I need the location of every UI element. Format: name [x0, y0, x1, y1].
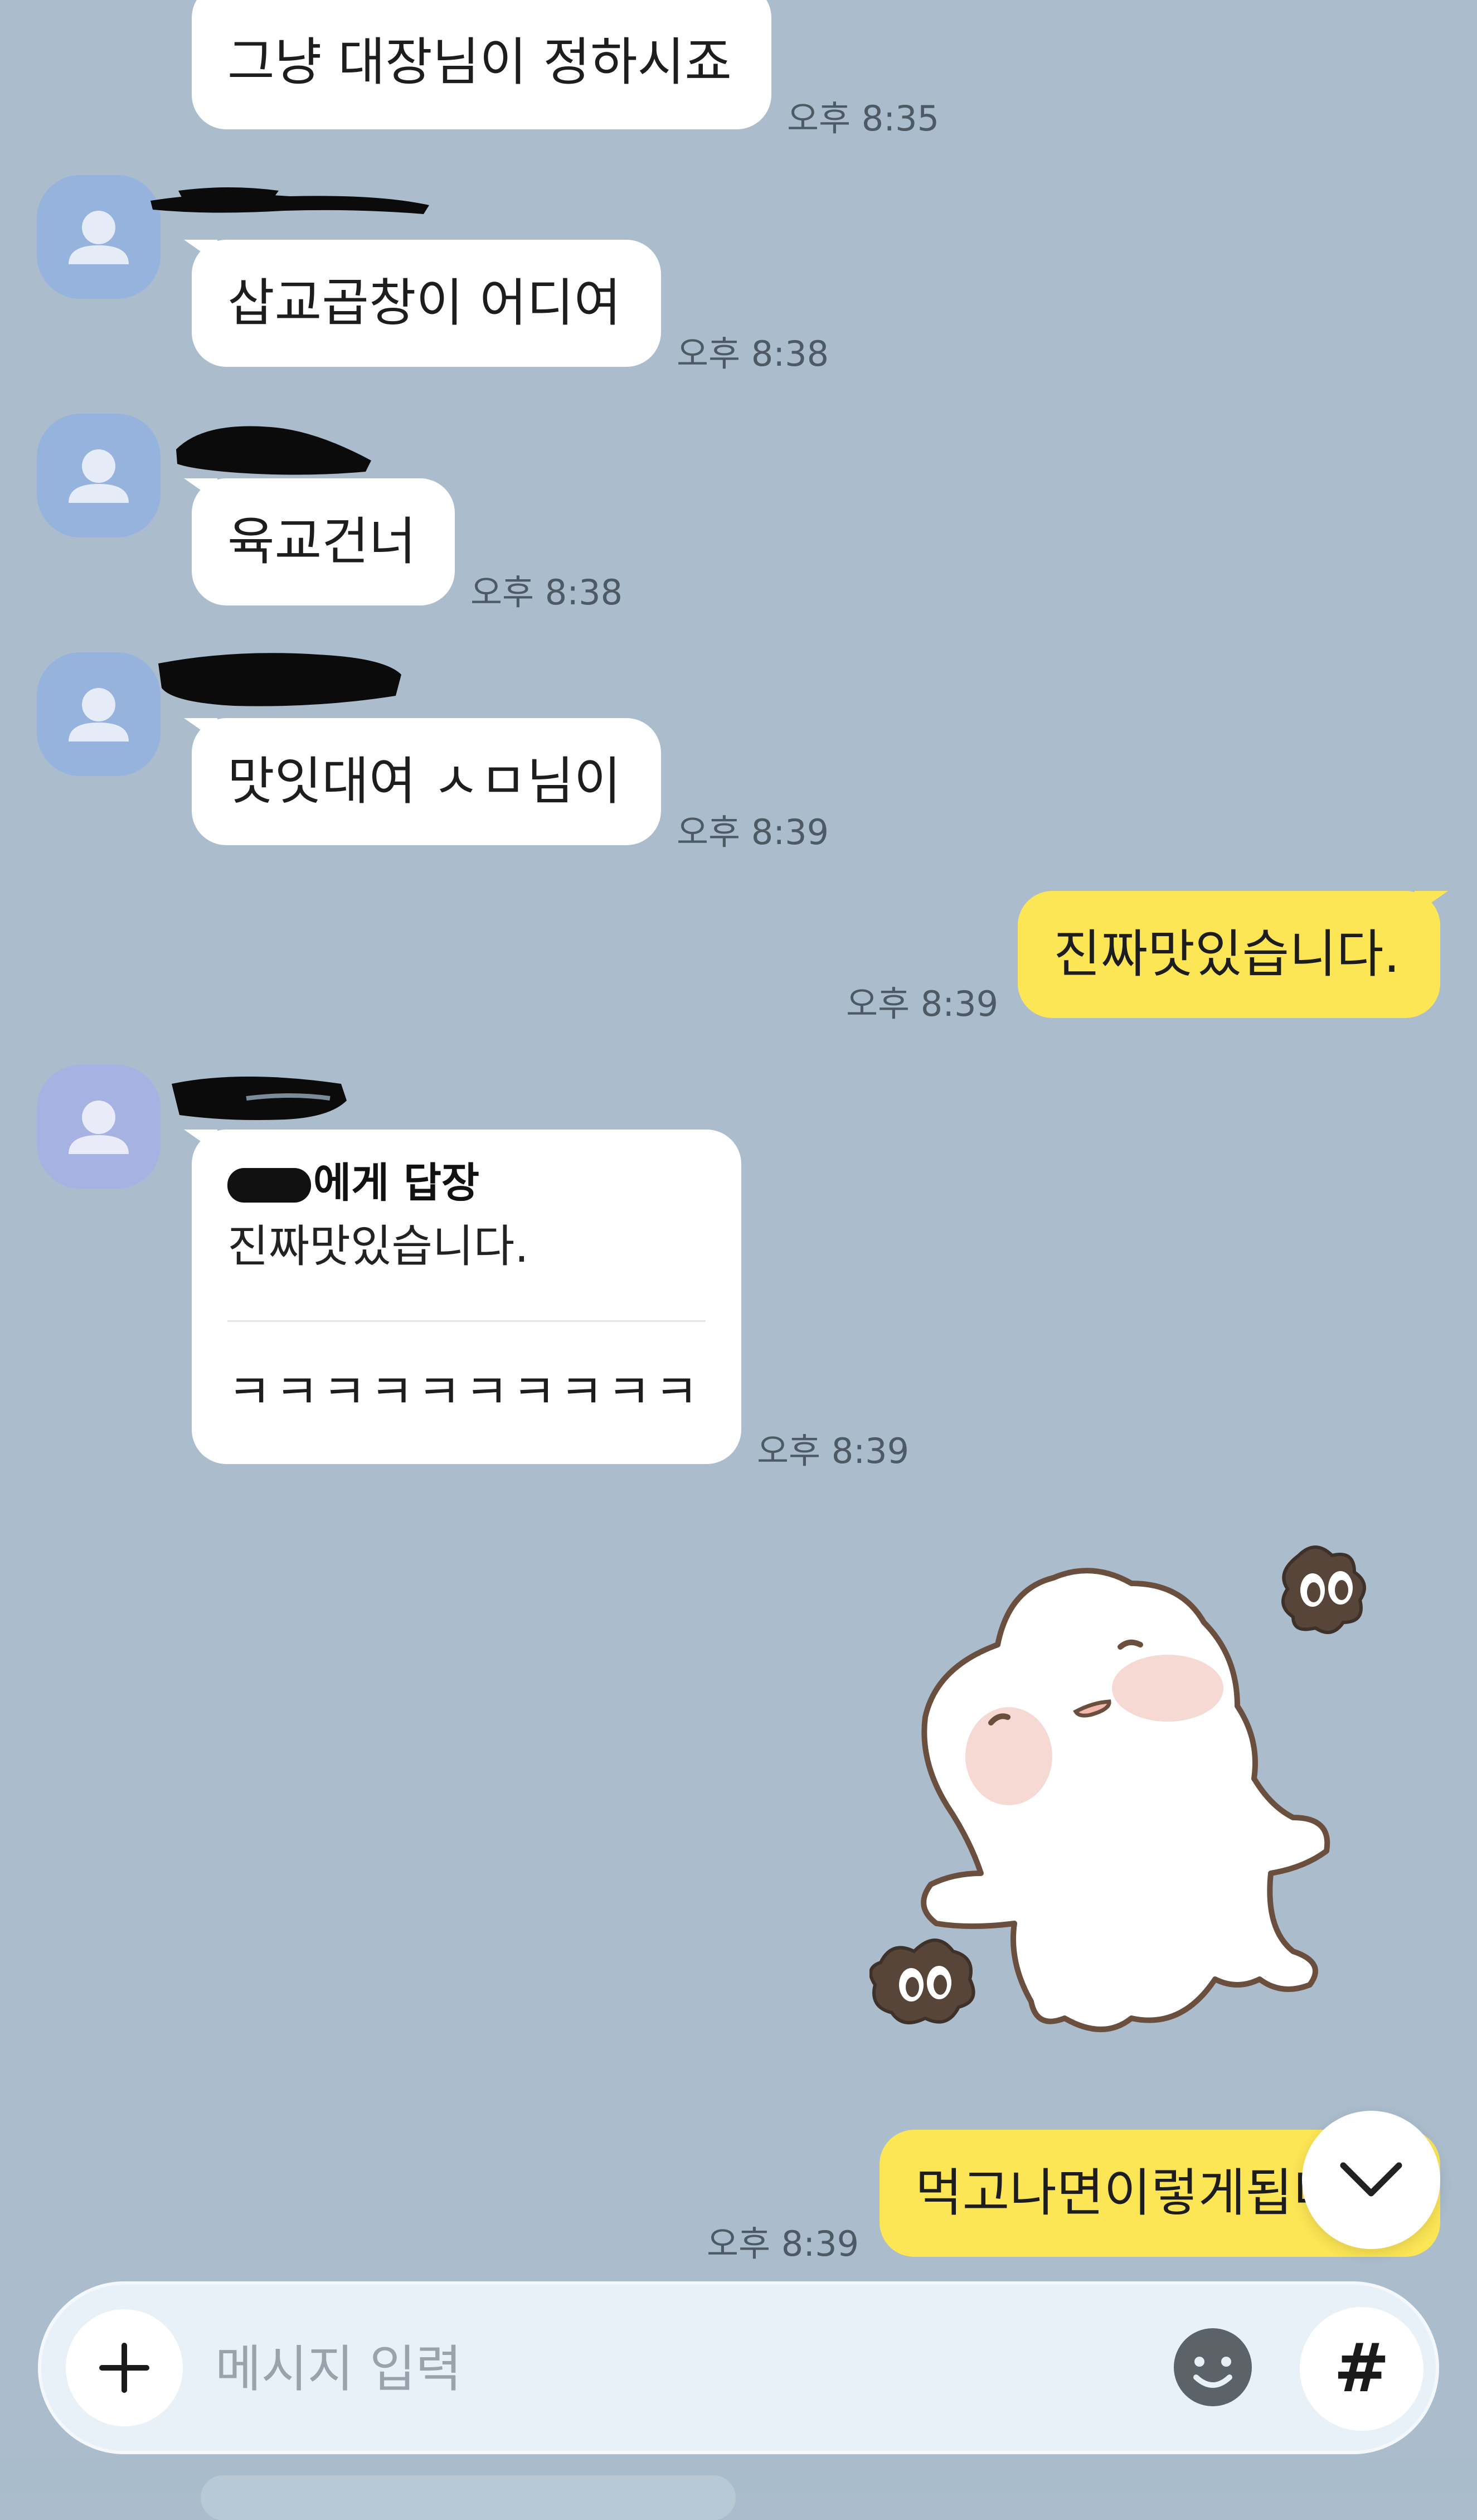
message-time: 오후 8:38 [470, 572, 623, 613]
message-text: 먹고나면이렇게됩니 [915, 2163, 1340, 2223]
message-bubble[interactable]: 맛잇대여 ㅅㅁ님이 [184, 718, 661, 845]
message-bubble[interactable]: 육교건너 [184, 478, 455, 605]
sender-name-redacted [158, 653, 401, 706]
avatar[interactable] [37, 1065, 161, 1189]
message-bubble[interactable]: 그냥 대장님이 정하시죠 [192, 0, 771, 129]
message-time: 오후 8:39 [846, 983, 999, 1024]
avatar[interactable] [37, 175, 161, 299]
avatar[interactable] [37, 414, 161, 537]
scroll-to-bottom-button[interactable] [1302, 2111, 1440, 2249]
person-icon [69, 1101, 129, 1154]
divider [227, 1320, 706, 1322]
reply-message-bubble[interactable]: 에게 답장 진짜맛있습니다. ㅋㅋㅋㅋㅋㅋㅋㅋㅋㅋ [184, 1130, 741, 1464]
message-input[interactable] [214, 2324, 1164, 2414]
sender-name-redacted [150, 187, 429, 214]
message-bubble[interactable]: 진짜맛있습니다. [1018, 891, 1448, 1018]
person-icon [69, 211, 129, 264]
message-text: 삽교곱창이 어디여 [227, 273, 621, 333]
redacted-name [227, 1168, 311, 1203]
chat-area: 그냥 대장님이 정하시죠 오후 8:35 삽교곱창이 어디여 오후 8:38 육… [0, 0, 1477, 2494]
hashtag-search-button[interactable]: # [1300, 2307, 1423, 2431]
message-time: 오후 8:39 [677, 812, 829, 852]
person-icon [69, 688, 129, 742]
white-blob-character-sticker[interactable] [869, 1539, 1405, 2074]
sender-name-redacted [172, 1077, 347, 1120]
sender-name-redacted [176, 426, 371, 475]
obscured-bubble [201, 2475, 736, 2520]
reply-quote: 진짜맛있습니다. [227, 1220, 529, 1272]
message-bubble[interactable]: 삽교곱창이 어디여 [184, 240, 661, 367]
message-input-bar: # [38, 2281, 1439, 2454]
message-text: ㅋㅋㅋㅋㅋㅋㅋㅋㅋㅋ [227, 1364, 702, 1420]
message-text: 진짜맛있습니다. [1053, 924, 1400, 984]
message-text: 그냥 대장님이 정하시죠 [227, 32, 732, 92]
message-time: 오후 8:39 [757, 1431, 910, 1471]
add-attachment-button[interactable] [66, 2309, 183, 2426]
hash-label: # [1333, 2330, 1390, 2407]
emoji-button[interactable] [1165, 2319, 1261, 2415]
avatar[interactable] [37, 652, 161, 776]
chevron-down-icon [1340, 2162, 1402, 2197]
message-time: 오후 8:38 [677, 333, 829, 374]
message-text: 육교건너 [227, 511, 416, 571]
emoji-icon [1174, 2328, 1252, 2406]
message-time: 오후 8:39 [707, 2223, 859, 2264]
plus-icon [99, 2343, 149, 2393]
reply-header: 에게 답장 [227, 1159, 479, 1208]
message-text: 맛잇대여 ㅅㅁ님이 [227, 751, 621, 811]
message-time: 오후 8:35 [787, 98, 940, 139]
person-icon [69, 449, 129, 503]
